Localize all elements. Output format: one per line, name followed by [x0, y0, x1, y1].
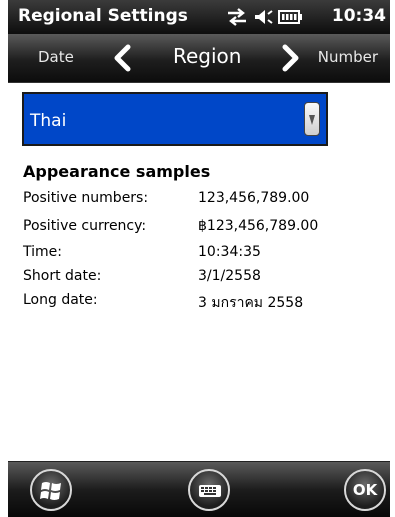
region-dropdown[interactable]: Thai — [22, 92, 328, 146]
chevron-right-icon[interactable] — [280, 44, 302, 76]
ok-button-label: OK — [352, 481, 378, 499]
ok-button[interactable]: OK — [344, 469, 386, 511]
sample-row-long-date: Long date: 3 มกราคม 2558 — [23, 292, 383, 312]
sample-row-positive-numbers: Positive numbers: 123,456,789.00 — [23, 190, 383, 210]
region-dropdown-value: Thai — [30, 111, 67, 131]
chevron-left-icon[interactable] — [111, 44, 133, 76]
sample-value: 10:34:35 — [198, 244, 261, 260]
dropdown-arrow-button[interactable] — [304, 102, 320, 136]
samples-heading: Appearance samples — [23, 162, 211, 181]
sample-row-time: Time: 10:34:35 — [23, 244, 383, 264]
sample-label: Positive currency: — [23, 218, 147, 234]
clock-time[interactable]: 10:34 — [332, 6, 386, 26]
sample-value: 123,456,789.00 — [198, 190, 310, 206]
sample-value: 3 มกราคม 2558 — [198, 295, 304, 311]
sample-label: Short date: — [23, 268, 102, 284]
tab-number[interactable]: Number — [318, 48, 378, 66]
sample-label: Time: — [23, 244, 62, 260]
keyboard-button[interactable] — [188, 469, 230, 511]
sample-value: 3/1/2558 — [198, 268, 261, 284]
chevron-down-icon — [309, 115, 315, 125]
status-bar: Regional Settings 10:34 — [8, 0, 390, 34]
tab-date[interactable]: Date — [38, 48, 74, 66]
sample-row-short-date: Short date: 3/1/2558 — [23, 268, 383, 288]
sample-label: Positive numbers: — [23, 190, 149, 206]
speaker-icon[interactable] — [254, 8, 274, 30]
start-button[interactable] — [30, 469, 72, 511]
battery-icon[interactable] — [278, 9, 302, 29]
device-screen: Regional Settings 10:34 Date Region Numb… — [8, 0, 390, 517]
sample-value: ฿123,456,789.00 — [198, 218, 319, 234]
softkey-bar: OK — [8, 461, 390, 517]
tab-region[interactable]: Region — [173, 44, 241, 68]
sample-label: Long date: — [23, 292, 98, 308]
window-title: Regional Settings — [18, 6, 188, 26]
tab-bar: Date Region Number — [8, 34, 390, 83]
sample-row-positive-currency: Positive currency: ฿123,456,789.00 — [23, 218, 383, 238]
keyboard-icon — [199, 485, 221, 497]
windows-start-icon — [40, 482, 61, 500]
data-connection-icon[interactable] — [226, 8, 248, 30]
